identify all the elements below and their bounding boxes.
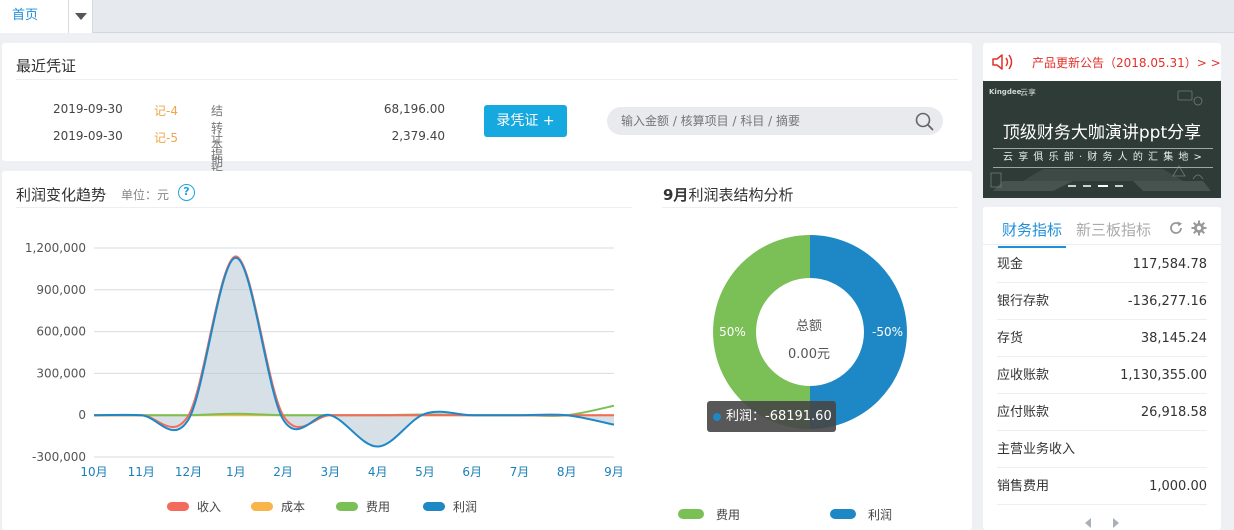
divider: [16, 79, 958, 80]
indicator-row: 主营业务收入: [997, 431, 1207, 468]
tab-home[interactable]: 首页: [0, 0, 69, 33]
tooltip-text: 利润：-68191.60: [726, 409, 832, 424]
indicator-row: 应收账款 1,130,355.00: [997, 357, 1207, 394]
kingdee-logo: Kingdee: [989, 88, 1022, 96]
recent-vouchers-panel: 最近凭证 2019-09-30 记-4 结转本期损益 68,196.00 201…: [2, 43, 972, 230]
tab-neeq-indicators[interactable]: 新三板指标: [1076, 219, 1151, 240]
financial-indicators-panel: 财务指标 新三板指标 现金 117,584.78 银行存款 -136,277.1…: [983, 207, 1221, 530]
promo-banner[interactable]: Kingdee 云享 顶级财务大咖演讲ppt分享 云 享 俱 乐 部 · 财 务…: [983, 81, 1221, 198]
divider: [983, 244, 1221, 245]
banner-headline: 顶级财务大咖演讲ppt分享: [1002, 123, 1202, 143]
indicator-row: 销售费用 1,000.00: [997, 468, 1207, 505]
legend-label: 利润: [868, 507, 893, 522]
legend-swatch: [678, 509, 704, 519]
search-input[interactable]: [621, 107, 901, 135]
legend-swatch: [830, 509, 856, 519]
pager-arrows: [1085, 518, 1119, 528]
voucher-amount: 2,379.40: [391, 129, 445, 143]
refresh-icon[interactable]: [1168, 220, 1184, 236]
yunxiang-logo: 云享: [1020, 88, 1036, 97]
legend-item-expense[interactable]: 费用: [678, 507, 741, 522]
voucher-date: 2019-09-30: [53, 129, 123, 143]
voucher-amount: 68,196.00: [383, 102, 445, 116]
indicator-value: -136,277.16: [1127, 294, 1207, 309]
recent-vouchers-title: 最近凭证: [16, 57, 77, 75]
slice-label-expense: 50%: [719, 325, 746, 339]
indicator-value: 117,584.78: [1132, 257, 1207, 272]
indicator-name: 销售费用: [997, 479, 1050, 494]
indicator-name: 现金: [997, 257, 1024, 272]
indicator-name: 主营业务收入: [997, 442, 1076, 457]
voucher-search: [607, 107, 943, 135]
voucher-code[interactable]: 记-4: [154, 102, 178, 119]
tooltip-marker: [713, 412, 721, 421]
product-notice[interactable]: 产品更新公告（2018.05.31）> >: [983, 43, 1221, 81]
chevron-left-icon[interactable]: [1085, 518, 1091, 528]
search-icon[interactable]: [915, 112, 934, 131]
speaker-icon: [992, 54, 1013, 70]
indicator-row: 银行存款 -136,277.16: [997, 283, 1207, 320]
donut-center-value: 0.00元: [788, 347, 830, 362]
chevron-down-icon: [75, 13, 87, 20]
indicator-name: 银行存款: [997, 294, 1050, 309]
indicator-row: 现金 117,584.78: [997, 246, 1207, 283]
voucher-code[interactable]: 记-5: [154, 129, 178, 146]
indicator-row: 应付账款 26,918.58: [997, 394, 1207, 431]
voucher-date: 2019-09-30: [53, 102, 123, 116]
banner-subline: 云 享 俱 乐 部 · 财 务 人 的 汇 集 地 >: [993, 148, 1213, 168]
indicator-row: 存货 38,145.24: [997, 320, 1207, 357]
tab-dropdown-button[interactable]: [69, 0, 93, 33]
chevron-right-icon[interactable]: [1113, 518, 1119, 528]
indicator-value: 1,000.00: [1149, 479, 1207, 494]
indicator-name: 存货: [997, 331, 1024, 346]
donut-center-label: 总额: [795, 319, 822, 334]
indicator-value: 38,145.24: [1140, 331, 1207, 346]
indicator-name: 应付账款: [997, 405, 1050, 420]
slice-label-profit: -50%: [872, 325, 903, 339]
legend-item-profit[interactable]: 利润: [830, 507, 893, 522]
record-voucher-button[interactable]: 录凭证 +: [484, 105, 567, 137]
tab-bar: 首页: [0, 0, 1234, 33]
profit-analysis-panel: 利润变化趋势 单位：元 ? 1,200,000 900,000 600,000 300…: [2, 171, 972, 530]
legend-label: 费用: [716, 507, 741, 522]
chart-tooltip: 利润：-68191.60: [707, 401, 836, 432]
indicator-name: 应收账款: [997, 368, 1050, 383]
notice-text[interactable]: 产品更新公告（2018.05.31）> >: [1032, 54, 1221, 71]
indicator-value: 1,130,355.00: [1120, 368, 1207, 383]
gear-icon[interactable]: [1191, 220, 1207, 236]
indicator-value: 26,918.58: [1140, 405, 1207, 420]
